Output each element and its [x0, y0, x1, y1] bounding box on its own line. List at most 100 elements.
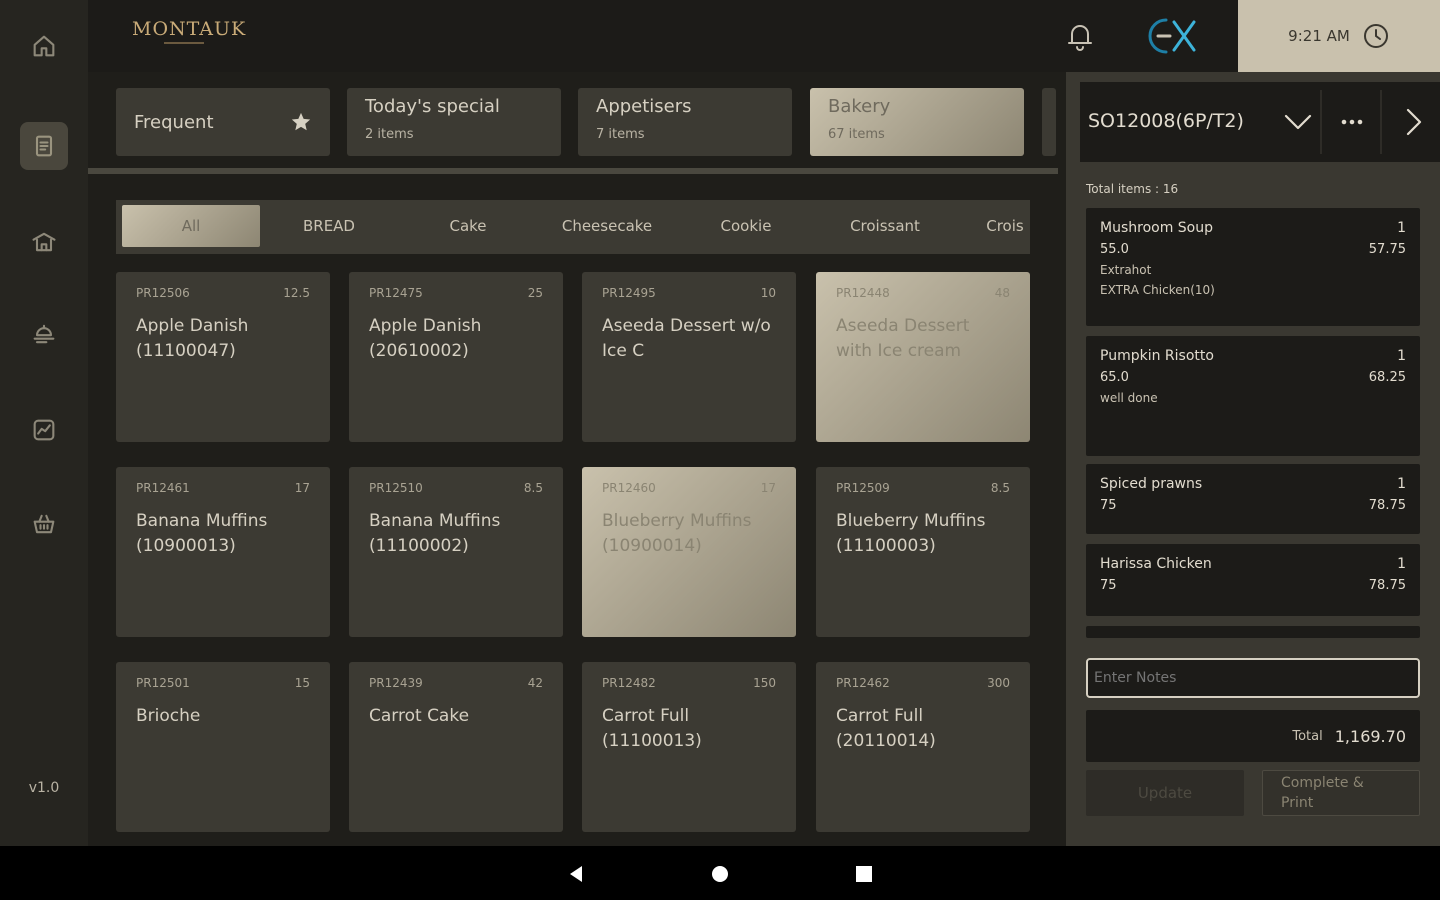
product-area: Frequent Today's special 2 items Appetis… — [88, 72, 1066, 846]
category-count: 7 items — [596, 127, 645, 142]
product-name: Brioche — [136, 706, 201, 726]
order-item-price: 65.0 — [1100, 370, 1129, 385]
star-icon — [291, 112, 311, 131]
category-name: Bakery — [828, 96, 891, 117]
top-bar: MONTAUK 9:21 AM — [88, 0, 1440, 72]
order-item[interactable]: Mushroom Soup 1 55.0 57.75 Extrahot EXTRA … — [1086, 208, 1420, 326]
order-item-name: Spiced prawns — [1100, 476, 1203, 492]
category-appetisers[interactable]: Appetisers 7 items — [578, 88, 792, 156]
order-item-note: well done — [1100, 391, 1158, 405]
product-price: 48 — [994, 286, 1010, 300]
category-todays-special[interactable]: Today's special 2 items — [347, 88, 561, 156]
subtab-cake[interactable]: Cake — [399, 205, 537, 247]
subtab-crois-partial[interactable]: Crois — [936, 205, 1030, 247]
category-next-partial[interactable] — [1042, 88, 1056, 156]
product-sku: with Ice cream — [836, 341, 962, 361]
brand-logo: MONTAUK — [132, 18, 247, 40]
order-item-price: 75 — [1100, 498, 1117, 513]
order-icon — [35, 135, 53, 157]
order-panel: SO12008(6P/T2) Total items : 16 Mushroom… — [1066, 72, 1440, 846]
product-code: PR12475 — [369, 286, 423, 300]
left-sidebar: v1.0 — [0, 0, 88, 846]
clock-widget: 9:21 AM — [1238, 0, 1440, 72]
product-sku: (20610002) — [369, 341, 469, 361]
notifications-button[interactable] — [1060, 16, 1100, 56]
product-code: PR12506 — [136, 286, 190, 300]
back-icon[interactable] — [566, 864, 586, 884]
order-more-button[interactable] — [1334, 104, 1370, 140]
category-name: Appetisers — [596, 96, 692, 117]
product-sku: (11100002) — [369, 536, 469, 556]
serving-icon — [33, 324, 55, 344]
product-code: PR12448 — [836, 286, 890, 300]
order-item-price: 55.0 — [1100, 242, 1129, 257]
order-item[interactable]: Harissa Chicken 1 75 78.75 — [1086, 544, 1420, 616]
total-label: Total — [1292, 728, 1323, 744]
order-item[interactable]: Spiced prawns 1 75 78.75 — [1086, 464, 1420, 534]
brand-icon — [1144, 14, 1204, 58]
sidebar-item-order[interactable] — [20, 122, 68, 170]
order-item-qty: 1 — [1397, 220, 1406, 236]
product-price: 300 — [987, 676, 1010, 690]
product-code: PR12460 — [602, 481, 656, 495]
category-frequent[interactable]: Frequent — [116, 88, 330, 156]
update-button[interactable]: Update — [1086, 770, 1244, 816]
product-code: PR12439 — [369, 676, 423, 690]
order-item-name: Mushroom Soup — [1100, 220, 1213, 236]
kitchen-icon — [32, 232, 56, 252]
product-name: Blueberry Muffins — [836, 511, 986, 531]
subtab-all[interactable]: All — [122, 205, 260, 247]
notes-input[interactable] — [1086, 658, 1420, 698]
order-dropdown-button[interactable] — [1280, 104, 1316, 140]
product-card[interactable]: PR12482 150 Carrot Full (11100013) — [582, 662, 796, 832]
product-card[interactable]: PR12510 8.5 Banana Muffins (11100002) — [349, 467, 563, 637]
home-icon — [33, 35, 55, 57]
sidebar-item-home[interactable] — [20, 22, 68, 70]
category-bar: Frequent Today's special 2 items Appetis… — [116, 88, 1066, 158]
app-version: v1.0 — [28, 780, 60, 796]
product-sku: (11100013) — [602, 731, 702, 751]
sidebar-item-basket[interactable] — [20, 500, 68, 548]
product-card[interactable]: PR12509 8.5 Blueberry Muffins (11100003) — [816, 467, 1030, 637]
subtab-croissant[interactable]: Croissant — [816, 205, 954, 247]
sidebar-item-serving[interactable] — [20, 310, 68, 358]
product-sku: (10900013) — [136, 536, 236, 556]
recent-apps-icon[interactable] — [854, 864, 874, 884]
home-nav-icon[interactable] — [710, 864, 730, 884]
product-code: PR12509 — [836, 481, 890, 495]
subtab-cheesecake[interactable]: Cheesecake — [538, 205, 676, 247]
product-sku: (11100003) — [836, 536, 936, 556]
product-card[interactable]: PR12495 10 Aseeda Dessert w/o Ice C — [582, 272, 796, 442]
order-id: SO12008(6P/T2) — [1088, 110, 1244, 132]
product-card[interactable]: PR12506 12.5 Apple Danish (11100047) — [116, 272, 330, 442]
subtab-cookie[interactable]: Cookie — [677, 205, 815, 247]
product-card[interactable]: PR12439 42 Carrot Cake — [349, 662, 563, 832]
category-divider — [88, 168, 1058, 174]
product-card[interactable]: PR12448 48 Aseeda Dessert with Ice cream — [816, 272, 1030, 442]
subtab-bread[interactable]: BREAD — [260, 205, 398, 247]
order-item-note: EXTRA Chicken(10) — [1100, 283, 1215, 297]
order-item[interactable]: Pumpkin Risotto 1 65.0 68.25 well done — [1086, 336, 1420, 456]
current-time: 9:21 AM — [1288, 27, 1350, 45]
product-card[interactable]: PR12462 300 Carrot Full (20110014) — [816, 662, 1030, 832]
product-code: PR12495 — [602, 286, 656, 300]
product-price: 10 — [760, 286, 776, 300]
product-card[interactable]: PR12501 15 Brioche — [116, 662, 330, 832]
product-price: 17 — [294, 481, 310, 495]
product-card[interactable]: PR12475 25 Apple Danish (20610002) — [349, 272, 563, 442]
product-name: Apple Danish — [136, 316, 249, 336]
subcategory-tabs: All BREAD Cake Cheesecake Cookie Croissa… — [116, 200, 1030, 254]
sidebar-item-analytics[interactable] — [20, 406, 68, 454]
product-sku: Ice C — [602, 341, 645, 361]
sidebar-item-kitchen[interactable] — [20, 218, 68, 266]
order-total: Total 1,169.70 — [1086, 710, 1420, 762]
total-value: 1,169.70 — [1334, 726, 1406, 746]
complete-print-button[interactable]: Complete & Print — [1262, 770, 1420, 816]
product-card[interactable]: PR12461 17 Banana Muffins (10900013) — [116, 467, 330, 637]
product-price: 15 — [294, 676, 310, 690]
order-item-name: Harissa Chicken — [1100, 556, 1212, 572]
order-next-button[interactable] — [1396, 104, 1432, 140]
category-bakery[interactable]: Bakery 67 items — [810, 88, 1024, 156]
category-count: 2 items — [365, 127, 414, 142]
product-card[interactable]: PR12460 17 Blueberry Muffins (10900014) — [582, 467, 796, 637]
